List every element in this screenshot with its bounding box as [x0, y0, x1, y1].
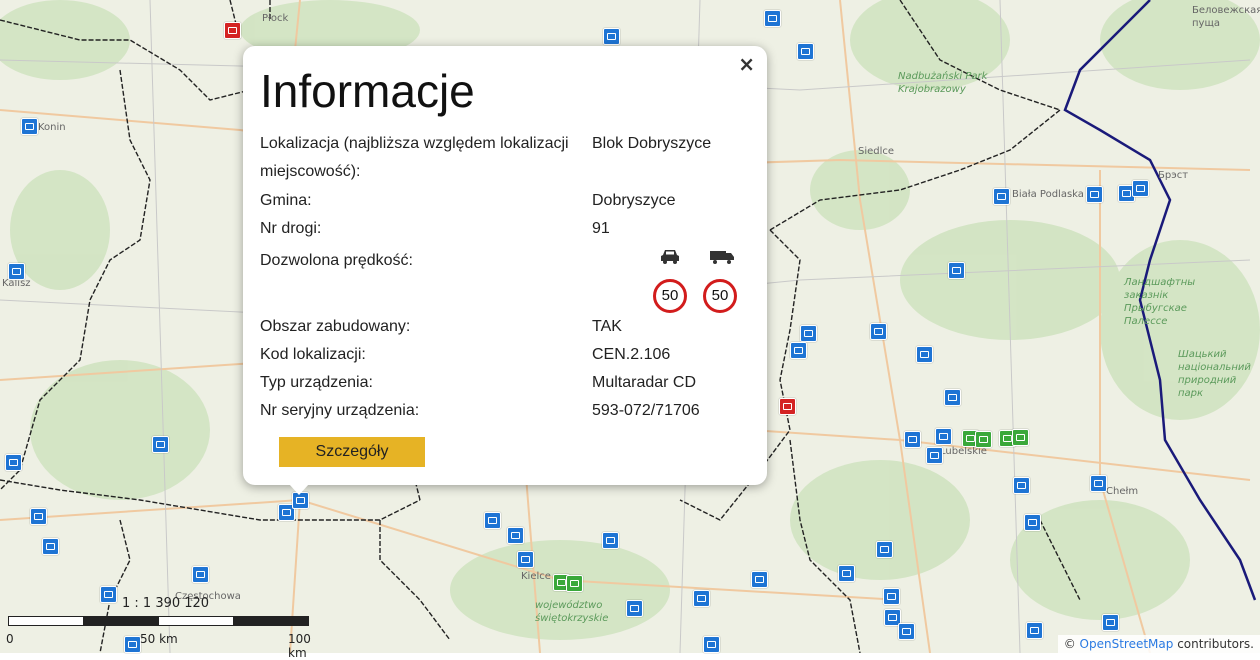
popup-pointer — [289, 484, 309, 495]
map-label-shatsky: Шацький національний природний парк — [1178, 349, 1251, 399]
camera-marker[interactable] — [904, 431, 921, 448]
map-label-chelm: Chełm — [1106, 486, 1139, 497]
section-control-marker[interactable] — [975, 431, 992, 448]
camera-marker[interactable] — [1102, 614, 1119, 631]
info-value: Multaradar CD — [592, 374, 697, 391]
camera-marker[interactable] — [935, 428, 952, 445]
map-attribution: © OpenStreetMap contributors. — [1057, 635, 1260, 653]
openstreetmap-link[interactable]: OpenStreetMap — [1080, 637, 1174, 651]
scale-bar: 1 : 1 390 120 0 50 km 100 km — [6, 596, 318, 660]
camera-marker[interactable] — [876, 541, 893, 558]
camera-marker[interactable] — [870, 323, 887, 340]
camera-marker[interactable] — [21, 118, 38, 135]
map-label-siedlce: Siedlce — [858, 146, 895, 157]
map-label-belovezhskaya: Беловежская пуща — [1192, 5, 1260, 29]
camera-marker[interactable] — [152, 436, 169, 453]
info-label: Dozwolona prędkość: — [260, 252, 413, 269]
map-label-biala-podlaska: Biała Podlaska — [1012, 189, 1084, 200]
info-label: Obszar zabudowany: — [260, 318, 411, 335]
scale-ratio: 1 : 1 390 120 — [122, 596, 210, 611]
scale-tick: 100 km — [288, 632, 311, 660]
camera-marker[interactable] — [192, 566, 209, 583]
info-label: Typ urządzenia: — [260, 374, 373, 391]
map-label-kielce: Kielce — [521, 571, 551, 582]
camera-marker[interactable] — [764, 10, 781, 27]
info-label: Kod lokalizacji: — [260, 346, 366, 363]
camera-marker[interactable] — [693, 590, 710, 607]
scale-segment — [83, 616, 159, 626]
camera-marker[interactable] — [517, 551, 534, 568]
info-value: CEN.2.106 — [592, 346, 671, 363]
camera-marker[interactable] — [883, 588, 900, 605]
map-label-swietokrzyskie: województwo świętokrzyskie — [535, 600, 609, 624]
car-icon — [659, 247, 681, 269]
camera-marker[interactable] — [703, 636, 720, 653]
camera-marker[interactable] — [898, 623, 915, 640]
camera-marker[interactable] — [603, 28, 620, 45]
camera-marker[interactable] — [790, 342, 807, 359]
camera-marker[interactable] — [797, 43, 814, 60]
info-row-location: Lokalizacja (najbliższa względem lokaliz… — [260, 130, 750, 186]
info-popup: × Informacje Lokalizacja (najbliższa wzg… — [243, 46, 767, 485]
map-label-prybugskae: Ландшафтны заказнік Прыбугскае Палессе — [1124, 277, 1196, 327]
scale-tick: 50 km — [140, 632, 178, 646]
map-label-nadbuzanski: Nadbużański Park Krajobrazowy — [898, 71, 988, 95]
camera-marker[interactable] — [993, 188, 1010, 205]
info-label: Nr seryjny urządzenia: — [260, 402, 420, 419]
section-control-marker[interactable] — [566, 575, 583, 592]
info-label: Lokalizacja (najbliższa względem lokaliz… — [260, 135, 569, 180]
camera-marker[interactable] — [42, 538, 59, 555]
speed-limits: 50 50 — [653, 247, 753, 317]
camera-marker[interactable] — [626, 600, 643, 617]
camera-marker[interactable] — [1024, 514, 1041, 531]
camera-marker[interactable] — [484, 512, 501, 529]
scale-segment — [233, 616, 309, 626]
info-value: Blok Dobryszyce — [592, 135, 712, 152]
camera-marker[interactable] — [916, 346, 933, 363]
scale-tick: 0 — [6, 632, 14, 646]
camera-marker[interactable] — [926, 447, 943, 464]
info-label: Nr drogi: — [260, 220, 322, 237]
camera-marker[interactable] — [838, 565, 855, 582]
camera-marker[interactable] — [1090, 475, 1107, 492]
camera-marker[interactable] — [800, 325, 817, 342]
truck-speed-limit-sign: 50 — [703, 279, 737, 313]
map-label-brest: Брэст — [1158, 170, 1189, 181]
section-control-marker[interactable] — [1012, 429, 1029, 446]
camera-marker[interactable] — [1013, 477, 1030, 494]
camera-marker[interactable] — [1026, 622, 1043, 639]
truck-icon — [709, 247, 735, 269]
scale-segment — [8, 616, 84, 626]
car-speed-limit-sign: 50 — [653, 279, 687, 313]
camera-marker[interactable] — [751, 571, 768, 588]
camera-marker[interactable] — [507, 527, 524, 544]
info-label: Gmina: — [260, 192, 312, 209]
info-value: 91 — [592, 220, 610, 237]
camera-marker[interactable] — [1086, 186, 1103, 203]
info-value: 593-072/71706 — [592, 402, 700, 419]
camera-marker[interactable] — [8, 263, 25, 280]
scale-segment — [158, 616, 234, 626]
details-button[interactable]: Szczegóły — [279, 437, 425, 467]
attribution-suffix: contributors. — [1173, 637, 1254, 651]
info-value: TAK — [592, 318, 622, 335]
map-label-plock: Płock — [262, 13, 289, 24]
camera-marker[interactable] — [944, 389, 961, 406]
map-label-konin: Konin — [38, 122, 66, 133]
camera-marker[interactable] — [5, 454, 22, 471]
camera-marker[interactable] — [602, 532, 619, 549]
close-button[interactable]: × — [738, 52, 755, 76]
camera-marker[interactable] — [948, 262, 965, 279]
info-value: Dobryszyce — [592, 192, 676, 209]
camera-marker[interactable] — [30, 508, 47, 525]
popup-title: Informacje — [260, 65, 475, 117]
copyright-symbol: © — [1063, 637, 1076, 651]
camera-marker[interactable] — [1132, 180, 1149, 197]
red-light-marker[interactable] — [779, 398, 796, 415]
red-light-marker[interactable] — [224, 22, 241, 39]
